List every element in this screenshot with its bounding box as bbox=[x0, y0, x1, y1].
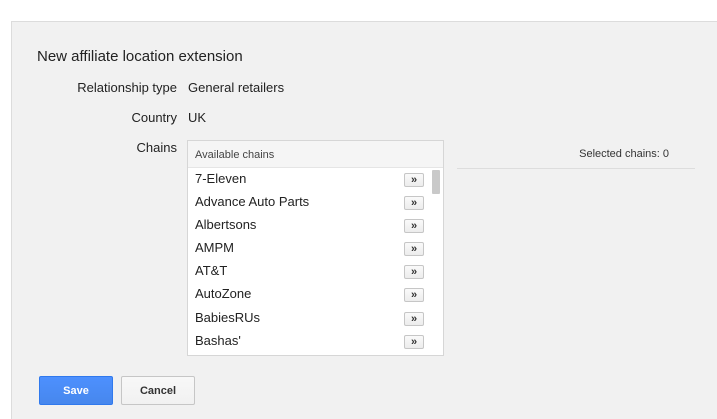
chain-name: Albertsons bbox=[195, 217, 257, 233]
chain-list-item: Bashas' » bbox=[188, 330, 428, 353]
chain-list-item: AutoZone » bbox=[188, 283, 428, 306]
chain-list-item: AMPM » bbox=[188, 237, 428, 260]
add-chain-button[interactable]: » bbox=[404, 242, 424, 257]
affiliate-location-panel: New affiliate location extension Relatio… bbox=[11, 21, 717, 419]
add-chain-button[interactable]: » bbox=[404, 196, 424, 211]
available-chains-list[interactable]: 7-Eleven» Advance Auto Parts» Albertsons» A… bbox=[188, 168, 428, 355]
country-value: UK bbox=[188, 110, 207, 125]
chain-name: Bashas' bbox=[195, 332, 241, 348]
selected-chains-area: Selected chains: 0 bbox=[457, 140, 695, 169]
available-chains-box: Available chains 7-Eleven» Advance Auto P… bbox=[187, 140, 444, 356]
scrollbar-thumb[interactable] bbox=[432, 170, 440, 194]
add-chain-button[interactable]: » bbox=[404, 219, 424, 234]
available-chains-scrollbar[interactable] bbox=[430, 168, 442, 355]
chain-name: Advance Auto Parts bbox=[195, 194, 310, 210]
chain-name: BabiesRUs bbox=[195, 309, 261, 325]
chain-list-item: Albertsons » bbox=[188, 214, 428, 237]
available-chains-header: Available chains bbox=[188, 141, 443, 168]
chain-name: 7-Eleven bbox=[195, 171, 247, 186]
chain-list-item: 7-Eleven » bbox=[188, 168, 428, 191]
chain-list-item: BabiesRUs » bbox=[188, 307, 428, 330]
panel-title: New affiliate location extension bbox=[37, 48, 243, 65]
chain-list-item: AT&T » bbox=[188, 260, 428, 283]
chains-label: Chains bbox=[136, 140, 177, 155]
chain-name: AT&T bbox=[195, 263, 228, 279]
add-chain-button[interactable]: » bbox=[404, 311, 424, 326]
add-chain-button[interactable]: » bbox=[404, 334, 424, 349]
add-chain-button[interactable]: » bbox=[404, 173, 424, 187]
relationship-type-value: General retailers bbox=[188, 80, 285, 95]
add-chain-button[interactable]: » bbox=[404, 265, 424, 280]
selected-chains-count: Selected chains: 0 bbox=[579, 148, 669, 160]
save-button[interactable]: Save bbox=[39, 376, 113, 405]
country-label: Country bbox=[131, 110, 177, 125]
add-chain-button[interactable]: » bbox=[404, 288, 424, 303]
chain-name: AutoZone bbox=[195, 286, 252, 302]
cancel-button[interactable]: Cancel bbox=[121, 376, 195, 405]
chain-name: AMPM bbox=[195, 240, 234, 256]
chain-list-item: Advance Auto Parts » bbox=[188, 191, 428, 214]
relationship-type-label: Relationship type bbox=[77, 80, 177, 95]
